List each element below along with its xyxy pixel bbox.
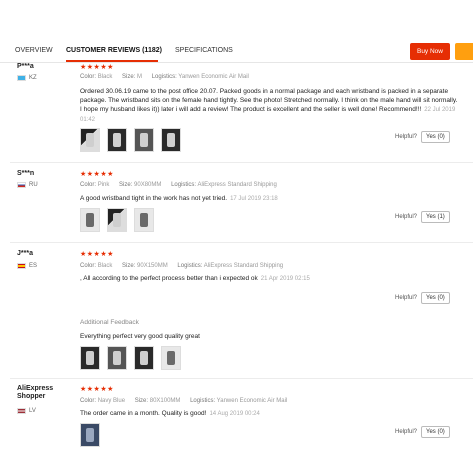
additional-feedback-text: Everything perfect very good quality gre… <box>80 333 200 340</box>
review-photo[interactable] <box>161 346 181 370</box>
reviewer-country: ES <box>17 263 37 269</box>
review-meta: Color: Black Size: M Logistics: Yanwen E… <box>80 74 249 80</box>
review-meta: Color: Black Size: 90X150MM Logistics: A… <box>80 263 284 269</box>
star-rating: ★★★★★ <box>80 386 114 393</box>
review-photo[interactable] <box>80 208 100 232</box>
review-photo[interactable] <box>107 128 127 152</box>
country-code: RU <box>29 182 38 188</box>
review-photos <box>80 346 181 370</box>
reviewer-name: AliExpress Shopper <box>17 385 54 400</box>
review-date: 21 Apr 2019 02:15 <box>260 276 310 282</box>
tab-bar: OVERVIEW CUSTOMER REVIEWS (1182) SPECIFI… <box>0 41 473 63</box>
tab-customer-reviews[interactable]: CUSTOMER REVIEWS (1182) <box>66 47 162 54</box>
review-photo[interactable] <box>107 208 127 232</box>
review-photos <box>80 128 181 152</box>
review-photo[interactable] <box>80 346 100 370</box>
reviewer-country: LV <box>17 408 36 414</box>
star-rating: ★★★★★ <box>80 251 114 258</box>
review-text: The order came in a month. Quality is go… <box>80 410 260 417</box>
helpful-section: Helpful? Yes (0) <box>395 426 450 438</box>
reviewer-country: RU <box>17 182 38 188</box>
star-rating: ★★★★★ <box>80 64 114 71</box>
review-photo[interactable] <box>107 346 127 370</box>
flag-ru-icon <box>17 182 26 188</box>
helpful-yes-button[interactable]: Yes (0) <box>421 426 450 438</box>
review-meta: Color: Pink Size: 90X80MM Logistics: Ali… <box>80 182 277 188</box>
flag-lv-icon <box>17 408 26 414</box>
helpful-yes-button[interactable]: Yes (0) <box>421 292 450 304</box>
buy-now-button[interactable]: Buy Now <box>410 43 450 60</box>
add-to-cart-button[interactable] <box>455 43 473 60</box>
review-text: A good wristband tight in the work has n… <box>80 195 278 202</box>
review-photos <box>80 423 100 447</box>
reviewer-name: J***a <box>17 250 33 257</box>
helpful-label: Helpful? <box>395 134 418 140</box>
review-meta: Color: Navy Blue Size: 80X100MM Logistic… <box>80 398 288 404</box>
helpful-label: Helpful? <box>395 429 418 435</box>
tab-specifications[interactable]: SPECIFICATIONS <box>175 47 233 54</box>
review-photo[interactable] <box>80 423 100 447</box>
flag-kz-icon <box>17 75 26 81</box>
review-photo[interactable] <box>134 128 154 152</box>
review-date: 14 Aug 2019 00:24 <box>209 411 260 417</box>
review-date: 17 Jul 2019 23:18 <box>230 196 278 202</box>
helpful-section: Helpful? Yes (0) <box>395 292 450 304</box>
tab-overview[interactable]: OVERVIEW <box>15 47 53 54</box>
review-photo[interactable] <box>161 128 181 152</box>
review-photo[interactable] <box>134 346 154 370</box>
reviewer-country: KZ <box>17 75 37 81</box>
helpful-section: Helpful? Yes (0) <box>395 131 450 143</box>
review-photo[interactable] <box>80 128 100 152</box>
review-photos <box>80 208 154 232</box>
review-photo[interactable] <box>134 208 154 232</box>
country-code: KZ <box>29 75 37 81</box>
review-text: , All according to the perfect process b… <box>80 275 310 282</box>
helpful-yes-button[interactable]: Yes (0) <box>421 131 450 143</box>
flag-es-icon <box>17 263 26 269</box>
additional-feedback-label: Additional Feedback <box>80 319 139 326</box>
helpful-yes-button[interactable]: Yes (1) <box>421 211 450 223</box>
helpful-label: Helpful? <box>395 295 418 301</box>
review-text: Ordered 30.06.19 came to the post office… <box>80 88 458 123</box>
reviewer-name: S***n <box>17 170 35 177</box>
active-tab-indicator <box>66 60 158 62</box>
review-divider <box>10 162 473 163</box>
country-code: LV <box>29 408 36 414</box>
star-rating: ★★★★★ <box>80 171 114 178</box>
review-divider <box>10 242 473 243</box>
country-code: ES <box>29 263 38 269</box>
helpful-label: Helpful? <box>395 214 418 220</box>
review-divider <box>10 378 473 379</box>
reviewer-name: P***a <box>17 63 34 70</box>
helpful-section: Helpful? Yes (1) <box>395 211 450 223</box>
